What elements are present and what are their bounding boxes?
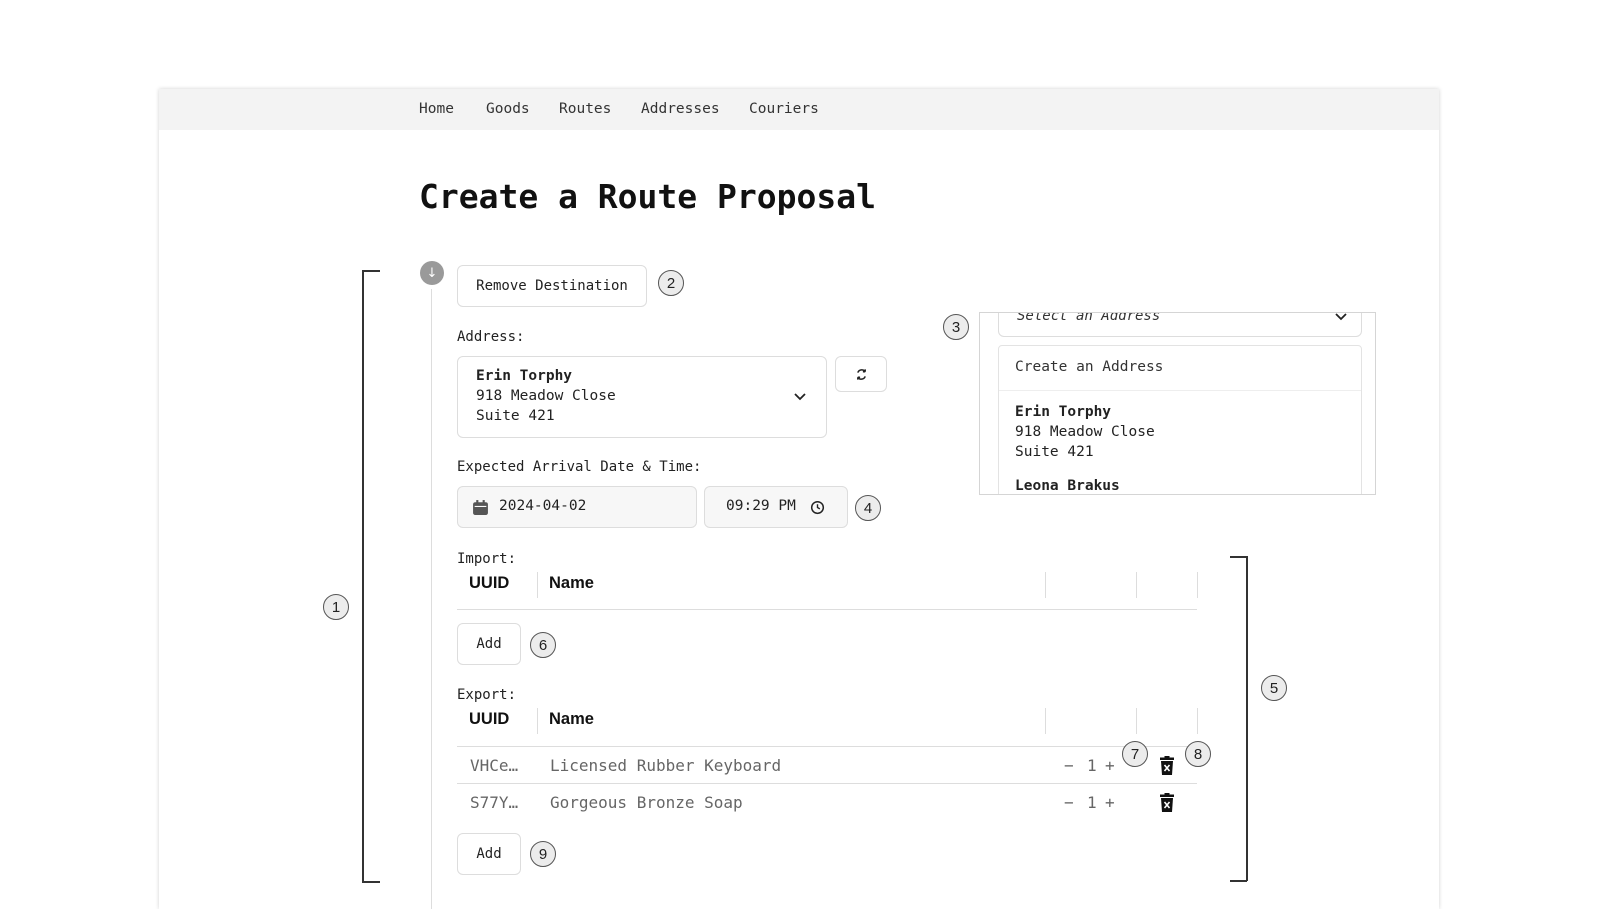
callout-badge: 5 [1261, 675, 1287, 701]
nav-addresses[interactable]: Addresses [641, 101, 720, 117]
import-label: Import: [457, 551, 517, 567]
bracket-line [362, 881, 380, 883]
calendar-icon [473, 500, 488, 515]
bracket-line [1230, 556, 1247, 558]
date-value: 2024-04-02 [499, 498, 587, 514]
remove-destination-button[interactable]: Remove Destination [457, 265, 647, 307]
column-divider [1136, 572, 1137, 598]
nav-couriers[interactable]: Couriers [749, 101, 819, 117]
export-uuid-header: UUID [469, 710, 510, 728]
bracket-line [362, 270, 364, 882]
callout-badge: 3 [943, 314, 969, 340]
quantity-increment-button[interactable]: + [1105, 793, 1115, 812]
option-name: Erin Torphy [1015, 404, 1112, 420]
bracket-line [1230, 880, 1247, 882]
swap-icon [856, 368, 866, 380]
address-line1: 918 Meadow Close [476, 388, 616, 404]
chevron-down-icon [1335, 313, 1347, 321]
drag-handle-icon[interactable]: ↓ [420, 261, 444, 285]
nav-home[interactable]: Home [419, 101, 454, 117]
address-label: Address: [457, 329, 525, 345]
export-label: Export: [457, 687, 517, 703]
quantity-value: 1 [1087, 756, 1097, 775]
chevron-down-icon [794, 393, 806, 401]
address-select[interactable]: Erin Torphy 918 Meadow Close Suite 421 [457, 356, 827, 438]
column-divider [1197, 708, 1198, 734]
destination-vertical-rule [431, 289, 432, 909]
quantity-decrement-button[interactable]: − [1064, 756, 1074, 775]
import-add-button[interactable]: Add [457, 623, 521, 665]
row-uuid: VHCe… [470, 756, 519, 775]
quantity-decrement-button[interactable]: − [1064, 793, 1074, 812]
bracket-line [1246, 556, 1248, 881]
bracket-line [362, 270, 380, 272]
column-divider [1136, 708, 1137, 734]
column-divider [537, 708, 538, 734]
arrival-label: Expected Arrival Date & Time: [457, 459, 702, 475]
callout-badge: 7 [1122, 741, 1148, 767]
column-divider [1045, 708, 1046, 734]
callout-badge: 1 [323, 594, 349, 620]
quantity-value: 1 [1087, 793, 1097, 812]
address-dropdown-panel: Select an Address Create an Address Erin… [979, 312, 1376, 495]
callout-badge: 4 [855, 495, 881, 521]
dropdown-option-list: Create an Address Erin Torphy 918 Meadow… [998, 345, 1362, 494]
header-rule [457, 746, 1197, 747]
column-divider [537, 572, 538, 598]
header-rule [457, 609, 1197, 610]
option-line2: Suite 421 [1015, 444, 1094, 460]
callout-badge: 8 [1185, 741, 1211, 767]
date-input[interactable]: 2024-04-02 [457, 486, 697, 528]
callout-badge: 2 [658, 270, 684, 296]
time-input[interactable]: 09:29 PM [704, 486, 848, 528]
column-divider [1197, 572, 1198, 598]
quantity-increment-button[interactable]: + [1105, 756, 1115, 775]
nav-routes[interactable]: Routes [559, 101, 611, 117]
option-line1: 918 Meadow Close [1015, 424, 1155, 440]
dropdown-placeholder: Select an Address [1017, 312, 1161, 324]
address-line2: Suite 421 [476, 408, 555, 424]
option-name[interactable]: Leona Brakus [1015, 478, 1120, 494]
export-add-button[interactable]: Add [457, 833, 521, 875]
callout-badge: 6 [530, 632, 556, 658]
row-rule [457, 783, 1197, 784]
trash-icon[interactable] [1159, 756, 1175, 776]
time-value: 09:29 PM [726, 498, 796, 514]
trash-icon[interactable] [1159, 793, 1175, 813]
dropdown-select[interactable]: Select an Address [998, 312, 1362, 337]
column-divider [1045, 572, 1046, 598]
top-nav: Home Goods Routes Addresses Couriers [159, 89, 1439, 130]
row-name: Gorgeous Bronze Soap [550, 793, 743, 812]
create-address-option[interactable]: Create an Address [1015, 359, 1163, 375]
row-name: Licensed Rubber Keyboard [550, 756, 782, 775]
address-option[interactable]: Erin Torphy 918 Meadow Close Suite 421 [999, 391, 1361, 471]
clock-icon [810, 500, 825, 515]
nav-goods[interactable]: Goods [486, 101, 530, 117]
address-name: Erin Torphy [476, 368, 573, 384]
import-uuid-header: UUID [469, 574, 510, 592]
export-name-header: Name [549, 710, 594, 728]
row-uuid: S77Y… [470, 793, 519, 812]
swap-address-button[interactable] [835, 356, 887, 392]
page-title: Create a Route Proposal [419, 177, 876, 216]
callout-badge: 9 [530, 841, 556, 867]
import-name-header: Name [549, 574, 594, 592]
